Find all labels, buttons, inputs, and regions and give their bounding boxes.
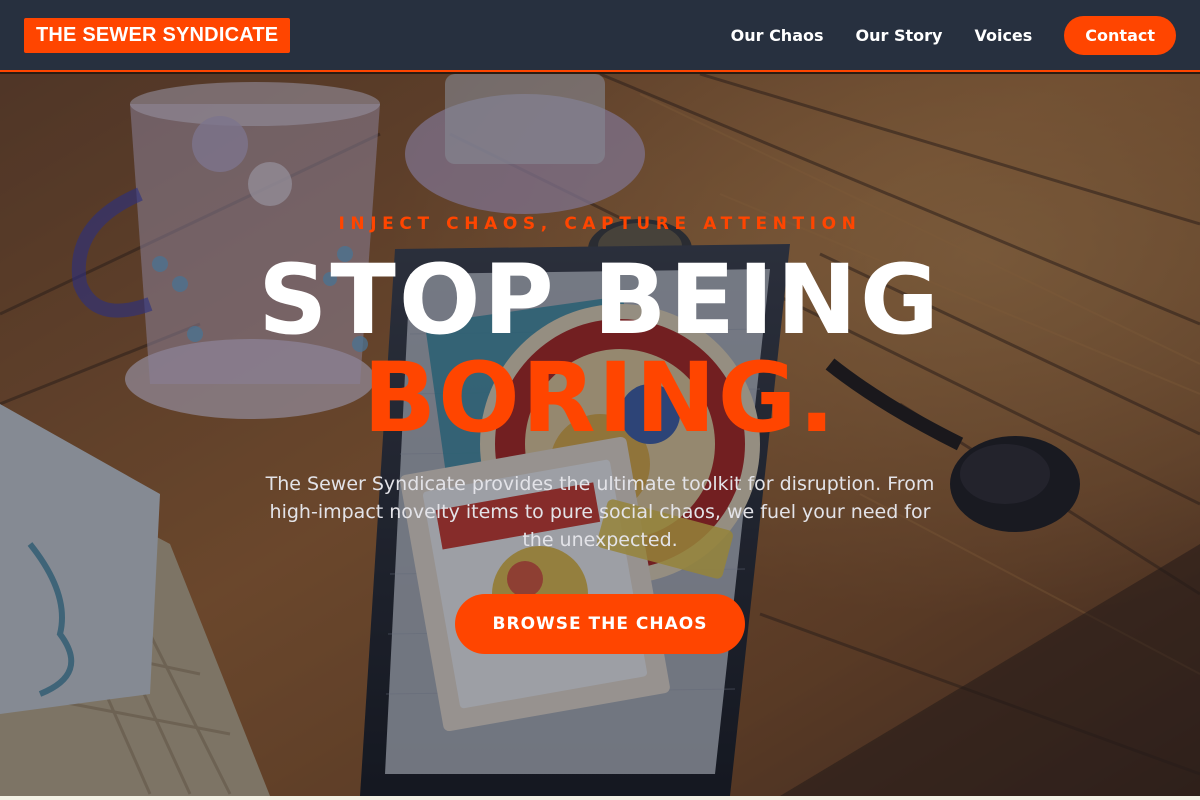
- nav-links: Our Chaos Our Story Voices Contact: [731, 15, 1176, 55]
- brand-logo[interactable]: THE SEWER SYNDICATE: [24, 17, 291, 53]
- hero-description: The Sewer Syndicate provides the ultimat…: [265, 473, 935, 551]
- contact-button[interactable]: Contact: [1064, 15, 1176, 55]
- hero-content: INJECT CHAOS, CAPTURE ATTENTION STOP BEI…: [0, 74, 1200, 796]
- nav-link-our-story[interactable]: Our Story: [856, 26, 943, 45]
- nav-link-voices[interactable]: Voices: [974, 26, 1032, 45]
- hero-headline-line2: BORING.: [362, 342, 838, 454]
- browse-chaos-button[interactable]: BROWSE THE CHAOS: [455, 594, 745, 654]
- hero-headline-line1: STOP BEING: [258, 244, 942, 356]
- hero-tagline: INJECT CHAOS, CAPTURE ATTENTION: [338, 214, 862, 234]
- nav-link-our-chaos[interactable]: Our Chaos: [731, 26, 824, 45]
- bottom-edge: [0, 796, 1200, 800]
- top-nav: THE SEWER SYNDICATE Our Chaos Our Story …: [0, 0, 1200, 72]
